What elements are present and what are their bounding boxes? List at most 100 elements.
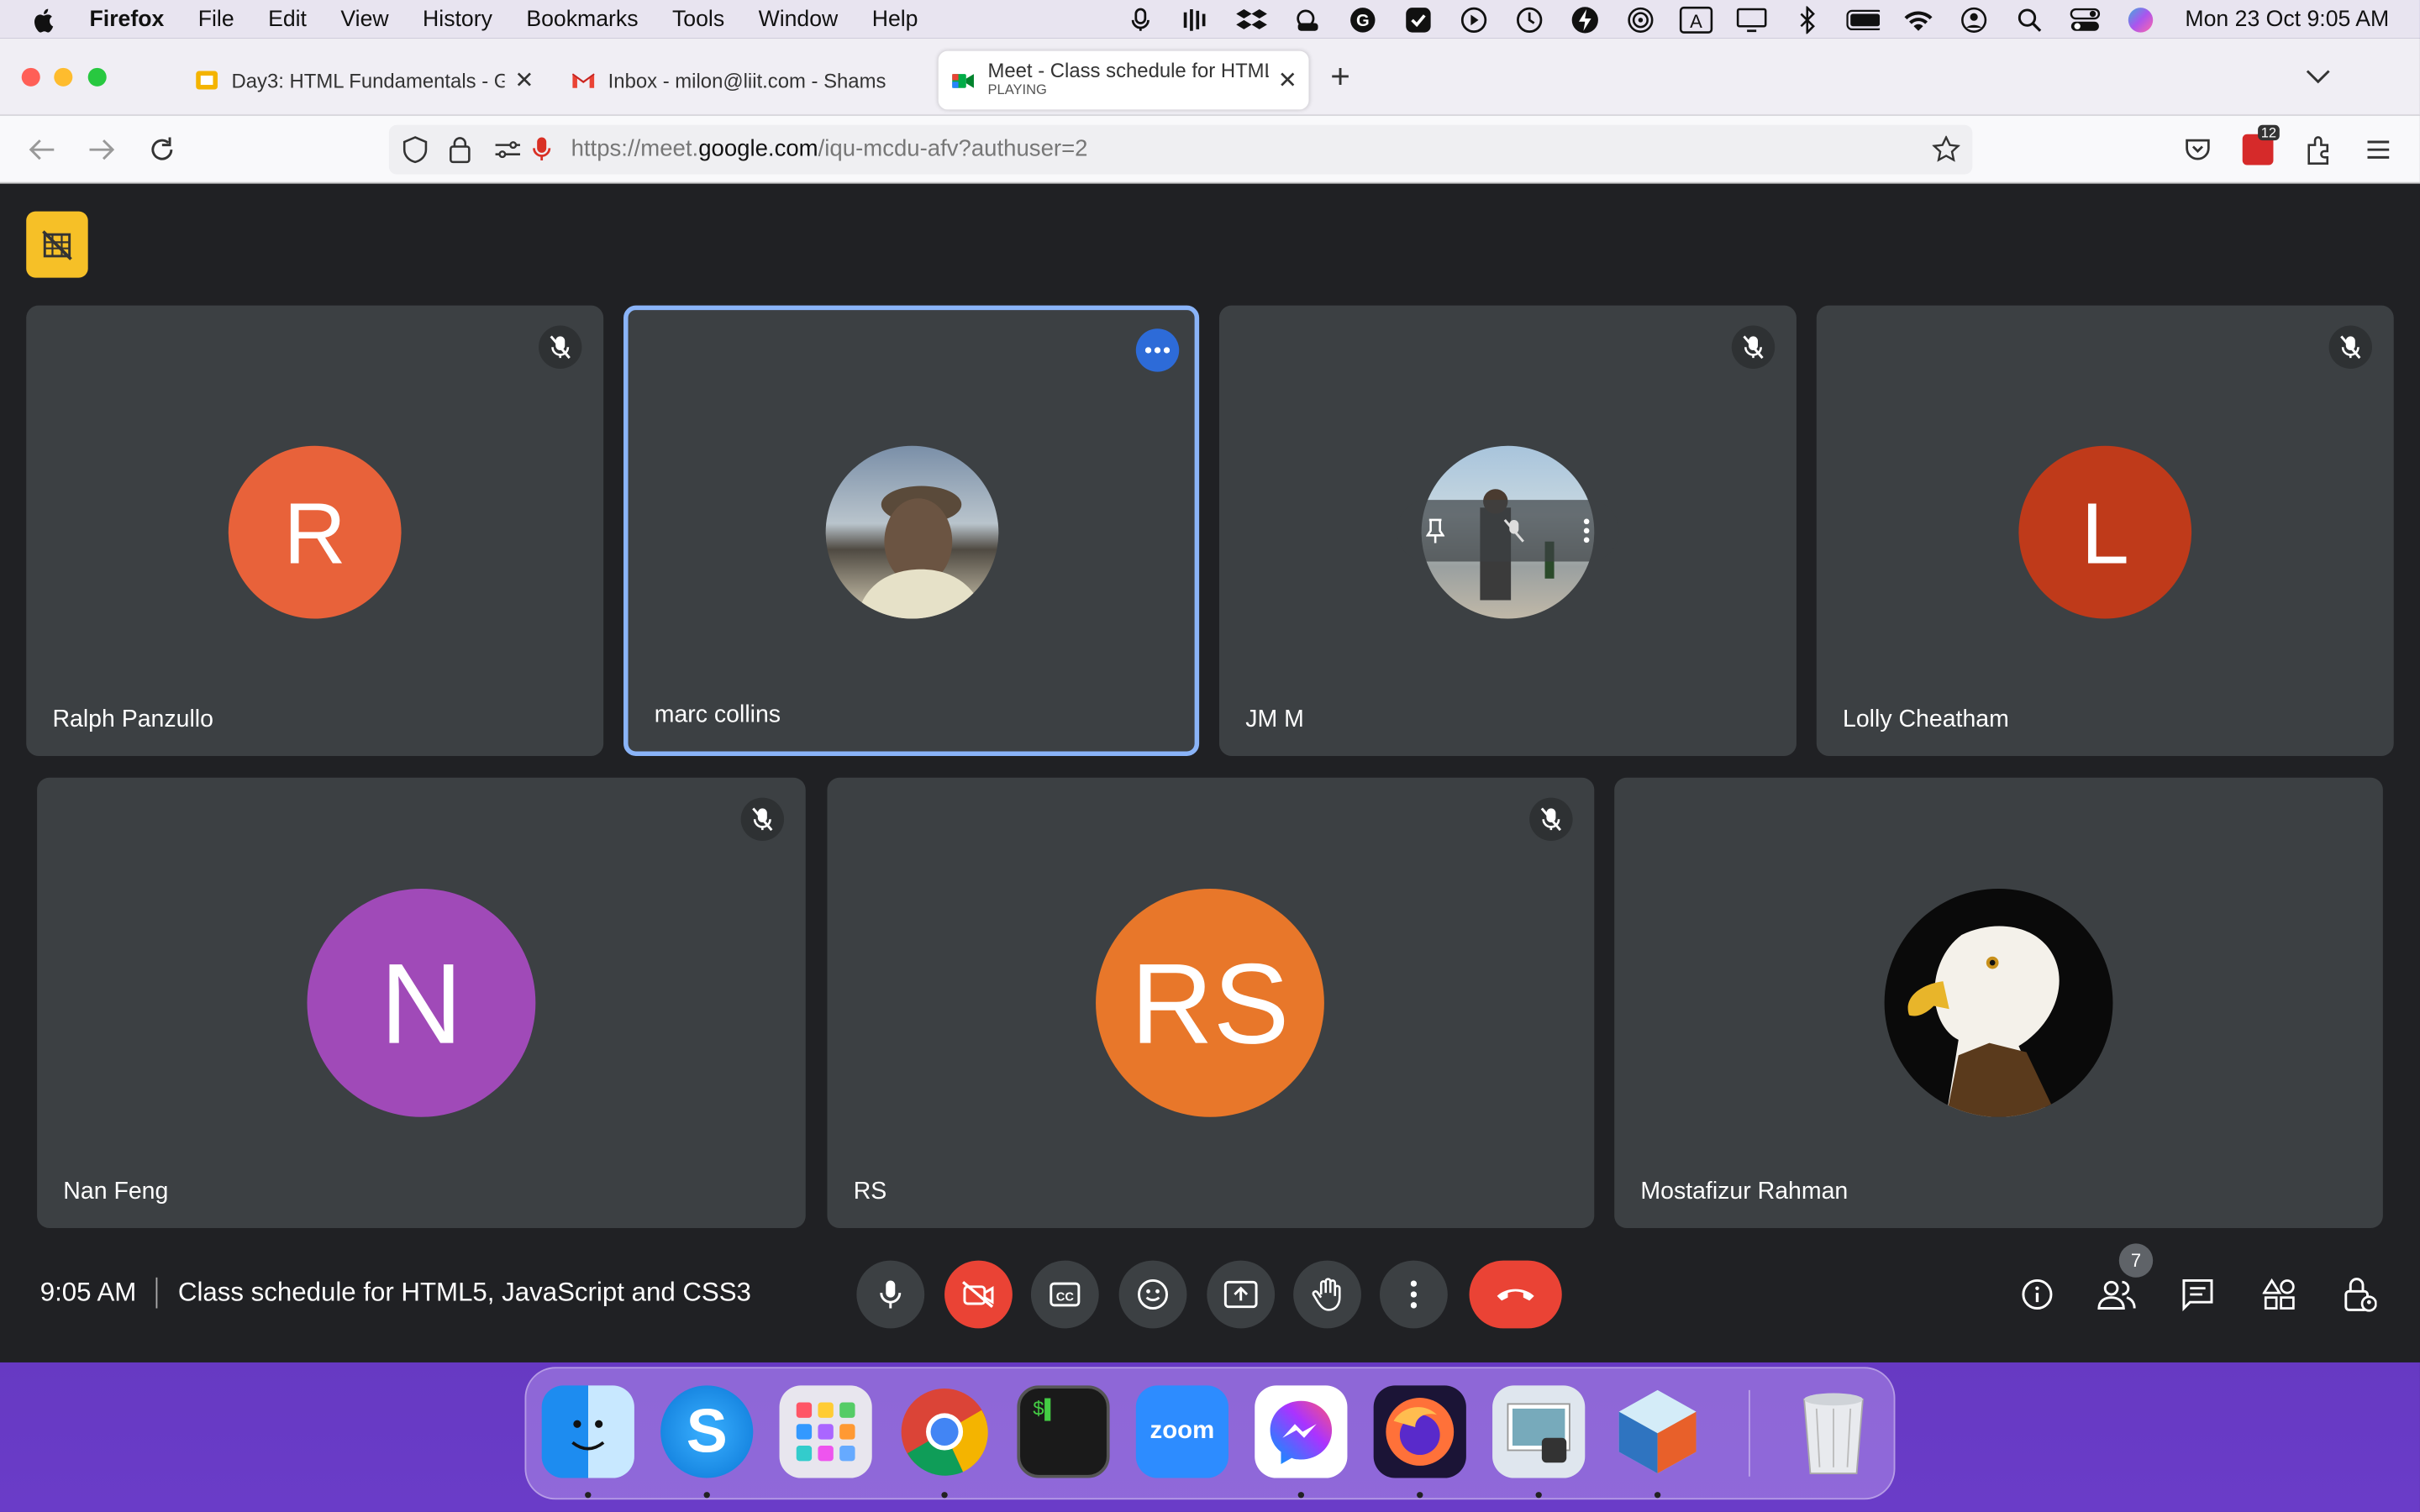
chat-button[interactable] [2164, 1261, 2232, 1329]
list-tabs-chevron-icon[interactable] [2306, 70, 2330, 85]
menu-history[interactable]: History [423, 7, 492, 31]
no-recording-badge[interactable] [26, 211, 88, 278]
menu-view[interactable]: View [340, 7, 388, 31]
firefox-icon[interactable] [1373, 1385, 1466, 1478]
emoji-reaction-button[interactable] [1118, 1260, 1187, 1329]
chrome-icon[interactable] [898, 1385, 991, 1478]
terminal-icon[interactable]: $▌ [1017, 1385, 1110, 1478]
battery-icon[interactable] [1845, 5, 1880, 33]
mic-in-use-icon[interactable] [533, 136, 551, 164]
menu-bookmarks[interactable]: Bookmarks [526, 7, 638, 31]
back-button[interactable] [24, 133, 58, 166]
meeting-details-button[interactable] [2003, 1261, 2071, 1329]
reload-button[interactable] [145, 133, 179, 166]
menu-help[interactable]: Help [872, 7, 918, 31]
more-options-icon[interactable] [1135, 328, 1180, 372]
grammarly-icon[interactable]: G [1345, 5, 1379, 33]
leave-call-button[interactable] [1469, 1260, 1562, 1329]
svg-text:G: G [1356, 11, 1370, 29]
participant-name: marc collins [654, 701, 781, 728]
shield-icon[interactable] [402, 136, 428, 164]
play-icon[interactable] [1457, 5, 1491, 33]
search-icon[interactable] [2012, 5, 2046, 33]
launchpad-icon[interactable] [779, 1385, 872, 1478]
weather-icon[interactable] [1290, 5, 1323, 33]
close-tab-icon[interactable]: ✕ [1278, 66, 1297, 94]
participant-tile[interactable]: JM M [1218, 305, 1797, 756]
avatar-photo [825, 445, 999, 619]
finder-icon[interactable] [541, 1385, 634, 1478]
airdrop-icon[interactable] [1623, 5, 1657, 33]
hover-controls[interactable] [1397, 500, 1619, 562]
camera-off-icon [962, 1281, 994, 1308]
camera-off-button[interactable] [944, 1260, 1013, 1329]
url-bar[interactable]: https://meet.google.com/iqu-mcdu-afv?aut… [388, 124, 1973, 175]
skype-icon[interactable]: S [660, 1385, 754, 1478]
participant-tile[interactable]: R Ralph Panzullo [26, 305, 604, 756]
more-options-button[interactable] [1380, 1260, 1448, 1329]
participant-tile[interactable]: N Nan Feng [37, 777, 806, 1229]
time-machine-icon[interactable] [1512, 5, 1546, 33]
host-controls-button[interactable] [2326, 1261, 2394, 1329]
display-icon[interactable] [1734, 5, 1768, 33]
menu-tools[interactable]: Tools [672, 7, 724, 31]
extensions-puzzle-icon[interactable] [2304, 134, 2335, 165]
audio-icon[interactable] [1179, 5, 1213, 33]
apple-icon[interactable] [31, 5, 59, 33]
input-source-icon[interactable]: A [1679, 5, 1712, 33]
dropbox-icon[interactable] [1234, 5, 1268, 33]
raise-hand-button[interactable] [1293, 1260, 1361, 1329]
pin-icon[interactable] [1426, 518, 1445, 543]
minimize-window-button[interactable] [54, 67, 73, 87]
vertical-more-icon[interactable] [1583, 518, 1590, 543]
control-center-icon[interactable] [2068, 5, 2102, 33]
task-icon[interactable] [1401, 5, 1434, 33]
mute-participant-icon[interactable] [1503, 518, 1525, 543]
bolt-icon[interactable] [1568, 5, 1602, 33]
zoom-window-button[interactable] [87, 67, 107, 87]
menu-file[interactable]: File [198, 7, 234, 31]
netbeans-icon[interactable] [1612, 1385, 1704, 1478]
forward-button[interactable] [85, 133, 118, 166]
messenger-icon[interactable] [1255, 1385, 1348, 1478]
gmail-icon [571, 73, 595, 88]
new-tab-button[interactable]: + [1330, 57, 1350, 97]
tab-meet[interactable]: Meet - Class schedule for HTML PLAYING ✕ [938, 50, 1309, 110]
microphone-icon[interactable] [1123, 5, 1157, 33]
participant-tile[interactable]: RS RS [827, 777, 1595, 1229]
captions-button[interactable]: CC [1030, 1260, 1099, 1329]
preview-icon[interactable] [1492, 1385, 1586, 1478]
trash-icon[interactable] [1787, 1385, 1880, 1478]
wifi-icon[interactable] [1901, 5, 1934, 33]
close-tab-icon[interactable]: ✕ [514, 66, 534, 94]
participant-tile[interactable]: Mostafizur Rahman [1614, 777, 2383, 1229]
microphone-button[interactable] [856, 1260, 925, 1329]
tab-gmail[interactable]: Inbox - milon@liit.com - Shams [559, 51, 923, 110]
menu-edit[interactable]: Edit [268, 7, 307, 31]
menu-window[interactable]: Window [759, 7, 839, 31]
close-window-button[interactable] [21, 67, 40, 87]
calendar-extension-icon[interactable]: 12 [2242, 124, 2280, 165]
user-icon[interactable] [1957, 5, 1991, 33]
bluetooth-icon[interactable] [1790, 5, 1823, 34]
running-indicator [585, 1492, 592, 1499]
url-text[interactable]: https://meet.google.com/iqu-mcdu-afv?aut… [571, 136, 1088, 162]
participant-tile-selected[interactable]: marc collins [623, 305, 1200, 756]
siri-icon[interactable] [2123, 5, 2157, 33]
present-screen-button[interactable] [1207, 1260, 1276, 1329]
menubar-clock[interactable]: Mon 23 Oct 9:05 AM [2185, 7, 2389, 31]
pocket-icon[interactable] [2184, 136, 2212, 164]
zoom-icon[interactable]: zoom [1135, 1385, 1229, 1478]
bookmark-star-icon[interactable] [1932, 135, 1960, 164]
lock-icon[interactable] [449, 136, 471, 164]
running-indicator [703, 1492, 710, 1499]
hamburger-menu-icon[interactable] [2366, 139, 2391, 160]
activities-button[interactable] [2245, 1261, 2313, 1329]
tab-slides[interactable]: Day3: HTML Fundamentals - Go ✕ [182, 51, 546, 110]
participant-tile[interactable]: L Lolly Cheatham [1816, 305, 2394, 756]
meeting-title: Class schedule for HTML5, JavaScript and… [177, 1277, 751, 1307]
tab-title: Meet - Class schedule for HTML [987, 61, 1269, 81]
menu-app-name[interactable]: Firefox [90, 7, 165, 31]
permissions-icon[interactable] [494, 139, 522, 160]
no-video-grid-icon [42, 229, 72, 260]
